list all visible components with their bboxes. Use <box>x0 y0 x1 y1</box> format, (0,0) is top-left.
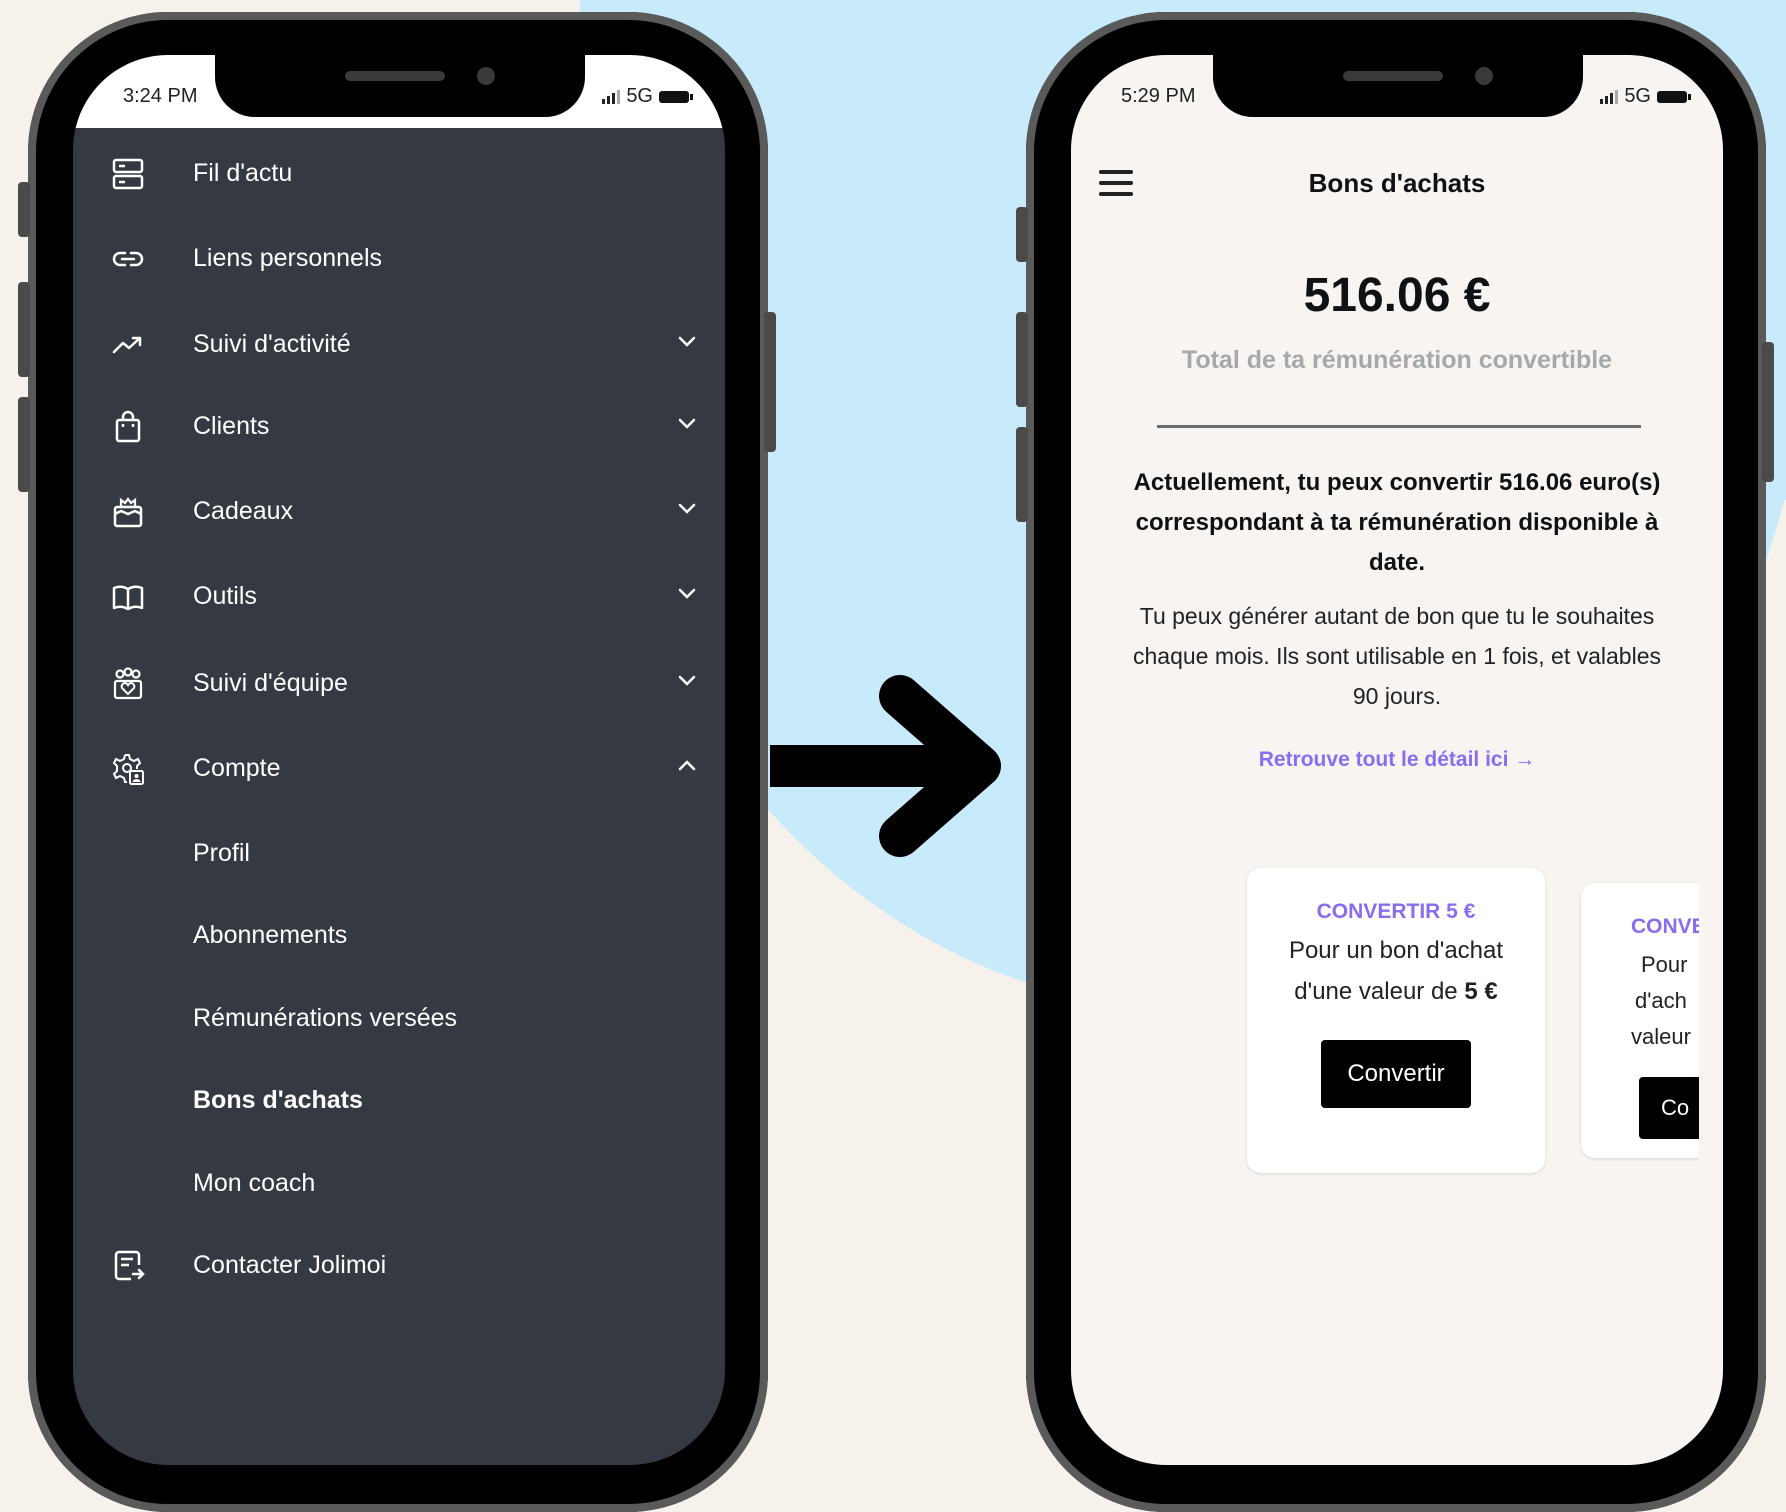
divider <box>1157 425 1641 428</box>
chevron-down-icon[interactable] <box>677 499 697 519</box>
trend-up-icon <box>112 336 142 354</box>
convert-button[interactable]: Convertir <box>1321 1040 1471 1108</box>
menu-item-label: Liens personnels <box>193 244 383 272</box>
left-screen: 3:24 PM 5G Fil d'actu Liens personnels S… <box>73 55 725 1465</box>
submenu-item-abonnements[interactable]: Abonnements <box>73 905 725 965</box>
status-time: 5:29 PM <box>1121 85 1196 107</box>
signal-icon <box>1600 89 1619 104</box>
left-phone-frame: 3:24 PM 5G Fil d'actu Liens personnels S… <box>18 12 776 1512</box>
conversion-summary: Actuellement, tu peux convertir 516.06 e… <box>1133 469 1661 576</box>
menu-item-clients[interactable]: Clients <box>73 396 725 456</box>
menu-item-label: Compte <box>193 754 281 782</box>
voucher-card-description: Pour un bon d'achat d'une valeur de 5 € <box>1288 937 1504 1005</box>
menu-item-label: Mon coach <box>193 1169 316 1197</box>
menu-item-fil-d-actu[interactable]: Fil d'actu <box>73 143 725 203</box>
account-settings-icon <box>112 754 144 785</box>
details-link[interactable]: Retrouve tout le détail ici → <box>1071 748 1723 772</box>
viewport-edge <box>1699 868 1723 1188</box>
battery-icon <box>659 90 693 103</box>
chevron-down-icon[interactable] <box>677 671 697 691</box>
volume-up-button <box>1016 312 1028 407</box>
team-icon <box>113 667 143 700</box>
status-network: 5G <box>1600 85 1691 108</box>
conversion-info: Tu peux générer autant de bon que tu le … <box>1132 603 1661 709</box>
menu-item-label: Suivi d'activité <box>193 330 351 358</box>
mute-switch <box>18 182 30 237</box>
submenu-item-remunerations-versees[interactable]: Rémunérations versées <box>73 988 725 1048</box>
voucher-card: CONVERTIR 5 € Pour un bon d'achat d'une … <box>1247 868 1545 1173</box>
mute-switch <box>1016 207 1028 262</box>
chevron-down-icon[interactable] <box>677 584 697 604</box>
right-phone-frame: 5:29 PM 5G Bons d'achats 516.06 € Total … <box>1016 12 1774 1512</box>
transition-arrow <box>770 675 1001 857</box>
menu-item-label: Fil d'actu <box>193 159 293 187</box>
chevron-up-icon[interactable] <box>677 756 697 776</box>
menu-item-label: Suivi d'équipe <box>193 669 348 697</box>
menu-item-label: Profil <box>193 839 250 867</box>
voucher-page: Bons d'achats 516.06 € Total de ta rémun… <box>1071 128 1723 1465</box>
menu-item-compte[interactable]: Compte <box>73 738 725 798</box>
menu-item-suivi-activite[interactable]: Suivi d'activité <box>73 314 725 374</box>
shopping-bag-icon <box>115 410 141 443</box>
open-book-icon <box>112 585 144 611</box>
side-menu: Fil d'actu Liens personnels Suivi d'acti… <box>73 128 725 1465</box>
news-feed-icon <box>112 158 144 190</box>
voucher-card-title: CONVERTIR 5 € <box>1316 900 1476 923</box>
menu-item-liens-personnels[interactable]: Liens personnels <box>73 228 725 288</box>
network-label: 5G <box>626 85 653 107</box>
signal-icon <box>602 89 621 104</box>
chevron-down-icon[interactable] <box>677 414 697 434</box>
menu-item-label: Outils <box>193 582 257 610</box>
menu-item-cadeaux[interactable]: Cadeaux <box>73 481 725 541</box>
convertible-amount: 516.06 € <box>1303 269 1491 322</box>
power-button <box>764 312 776 452</box>
menu-item-label: Cadeaux <box>193 497 294 525</box>
gift-box-icon <box>113 497 143 528</box>
amount-caption: Total de ta rémunération convertible <box>1181 346 1613 374</box>
submenu-item-bons-d-achats[interactable]: Bons d'achats <box>73 1070 725 1130</box>
menu-item-label: Rémunérations versées <box>193 1004 458 1032</box>
menu-item-label: Bons d'achats <box>193 1086 363 1114</box>
volume-down-button <box>18 397 30 492</box>
menu-item-label: Contacter Jolimoi <box>193 1251 387 1279</box>
notch <box>215 55 585 117</box>
power-button <box>1762 342 1774 482</box>
menu-item-contacter-jolimoi[interactable]: Contacter Jolimoi <box>73 1235 725 1295</box>
battery-icon <box>1657 90 1691 103</box>
network-label: 5G <box>1624 85 1651 107</box>
status-time: 3:24 PM <box>123 85 198 107</box>
status-network: 5G <box>602 85 693 108</box>
menu-item-outils[interactable]: Outils <box>73 566 725 626</box>
menu-item-suivi-equipe[interactable]: Suivi d'équipe <box>73 653 725 713</box>
submenu-item-profil[interactable]: Profil <box>73 823 725 883</box>
right-screen: 5:29 PM 5G Bons d'achats 516.06 € Total … <box>1071 55 1723 1465</box>
volume-down-button <box>1016 427 1028 522</box>
menu-item-label: Clients <box>193 412 270 440</box>
chevron-down-icon[interactable] <box>677 332 697 352</box>
volume-up-button <box>18 282 30 377</box>
menu-item-label: Abonnements <box>193 921 348 949</box>
submenu-item-mon-coach[interactable]: Mon coach <box>73 1153 725 1213</box>
contact-form-icon <box>114 1250 145 1281</box>
page-title: Bons d'achats <box>1308 168 1486 198</box>
notch <box>1213 55 1583 117</box>
link-icon <box>112 251 144 267</box>
